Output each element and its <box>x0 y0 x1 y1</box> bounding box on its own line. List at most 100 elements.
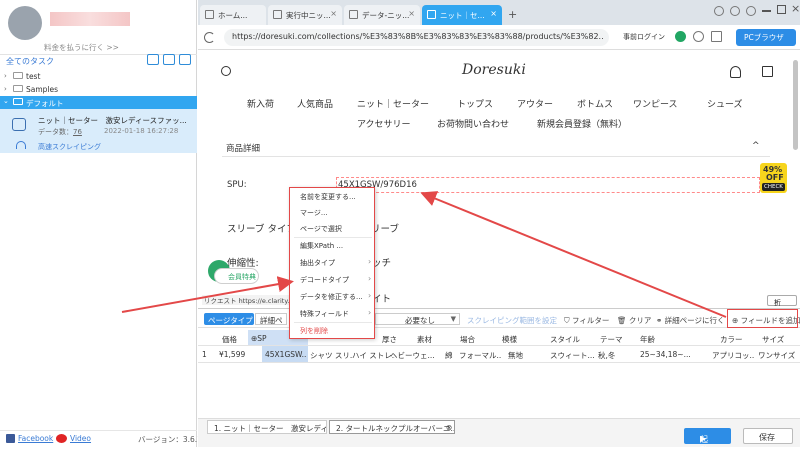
search-icon[interactable] <box>221 66 231 76</box>
column-header[interactable]: 場合 <box>460 334 475 345</box>
tab-running[interactable]: 実行中ニッ... × <box>268 5 342 25</box>
column-header[interactable]: カラー <box>720 334 743 345</box>
tab-data[interactable]: データ-ニッ... × <box>344 5 420 25</box>
tab-knit-active[interactable]: ニット｜セ... × <box>422 5 502 25</box>
table-cell[interactable]: 45X1GSW... <box>265 350 307 359</box>
table-cell[interactable]: ¥1,599 <box>219 350 261 359</box>
table-cell[interactable]: スウィート... <box>550 350 595 361</box>
expand-icon[interactable]: › <box>4 72 7 80</box>
nav-item[interactable]: お荷物問い合わせ <box>437 117 509 130</box>
close-icon[interactable]: × <box>330 9 337 18</box>
spu-label[interactable]: SPU: <box>227 180 247 190</box>
nav-item[interactable]: ボトムス <box>577 97 613 110</box>
nav-item[interactable]: アクセサリー <box>357 117 411 130</box>
tab-home[interactable]: ホーム... <box>200 5 266 25</box>
context-menu-item[interactable]: 編集XPath ... <box>300 241 343 251</box>
context-menu-item[interactable]: ページで選択 <box>300 224 342 234</box>
new-task-icon[interactable] <box>179 54 191 65</box>
user-icon[interactable] <box>730 66 741 78</box>
context-menu-item[interactable]: 特殊フィールド <box>300 309 349 319</box>
extension-icon[interactable] <box>675 31 686 42</box>
scrape-range-button[interactable]: スクレイピング範囲を設定 <box>467 315 557 326</box>
context-menu-item[interactable]: 抽出タイプ <box>300 258 335 268</box>
all-tasks-label[interactable]: 全てのタスク <box>6 56 54 67</box>
sleeve-type-value[interactable]: リーブ <box>371 221 399 235</box>
goto-detail-button[interactable]: ⚭ 詳細ページに行く <box>656 315 725 326</box>
context-menu-item[interactable]: マージ... <box>300 208 328 218</box>
site-logo[interactable]: Doresuki <box>462 62 526 78</box>
column-header[interactable]: 素材 <box>417 334 432 345</box>
window-close-icon[interactable]: × <box>791 2 800 15</box>
table-cell[interactable]: 秋,冬 <box>598 350 633 361</box>
minimize-icon[interactable] <box>762 10 771 12</box>
context-menu-item[interactable]: 列を削除 <box>300 326 328 336</box>
nav-item[interactable]: アウター <box>517 97 553 110</box>
settings-icon[interactable] <box>746 6 756 16</box>
context-menu-item[interactable]: データを修正する... <box>300 292 363 302</box>
close-icon[interactable]: × <box>408 9 415 18</box>
facebook-link[interactable]: Facebook <box>18 434 53 443</box>
collapse-icon[interactable]: ⌄ <box>3 97 9 105</box>
context-menu-item[interactable]: 名前を変更する... <box>300 192 356 202</box>
stretch-label[interactable]: 伸縮性: <box>227 255 259 269</box>
table-cell[interactable]: ワンサイズ <box>758 350 800 361</box>
clear-button[interactable]: 🗑 クリア <box>617 315 651 326</box>
sleeve-type-label[interactable]: スリーブ タイプ <box>227 221 296 235</box>
tree-item-default[interactable]: ⌄ デフォルト <box>0 96 197 109</box>
new-folder-icon[interactable] <box>163 54 175 65</box>
page-type-select[interactable]: 詳細ペ <box>255 313 287 325</box>
pre-login-label[interactable]: 事前ログイン <box>623 32 665 42</box>
nav-item[interactable]: トップス <box>457 97 493 110</box>
member-benefit-badge[interactable]: 会員特典 <box>214 268 259 284</box>
tree-item-samples[interactable]: › Samples <box>0 83 197 96</box>
table-cell[interactable]: ヘビーウェ... <box>390 350 435 361</box>
close-icon[interactable]: ⊗ <box>446 423 452 432</box>
youtube-icon[interactable] <box>56 434 67 443</box>
column-header[interactable]: ⊕SP <box>251 334 267 343</box>
table-cell[interactable]: 綿 <box>445 350 457 361</box>
close-icon[interactable]: × <box>490 9 497 18</box>
pc-browser-dropdown[interactable]: PCブラウザ <box>736 29 796 46</box>
table-cell[interactable]: 25~34,18~... <box>640 350 706 359</box>
save-button[interactable]: 保存 <box>743 428 793 444</box>
table-cell[interactable]: 1 <box>202 350 218 359</box>
url-text[interactable]: https://doresuki.com/collections/%E3%83%… <box>232 32 604 41</box>
context-menu-item[interactable]: デコードタイプ <box>300 275 349 285</box>
clock-icon[interactable] <box>693 31 704 42</box>
help-icon[interactable] <box>730 6 740 16</box>
avatar[interactable] <box>8 6 42 40</box>
column-header[interactable]: スタイル <box>550 334 580 345</box>
nav-item[interactable]: 新入荷 <box>247 97 274 110</box>
expand-icon[interactable]: › <box>4 85 7 93</box>
table-cell[interactable]: 無地 <box>508 350 530 361</box>
need-select[interactable]: 必要なし ▼ <box>375 313 460 325</box>
table-cell[interactable]: シャツ スリ... <box>310 350 353 361</box>
video-link[interactable]: Video <box>70 434 91 443</box>
nav-item[interactable]: シューズ <box>707 97 743 110</box>
column-header[interactable]: サイズ <box>762 334 784 345</box>
facebook-icon[interactable] <box>6 434 15 443</box>
refresh-icon[interactable] <box>204 32 215 43</box>
column-header[interactable]: 厚さ <box>382 334 397 345</box>
column-header[interactable]: 模様 <box>502 334 517 345</box>
workflow-tab-active[interactable]: 2. タートルネックプルオーバーニ... ⊗ <box>329 420 455 434</box>
workflow-tab[interactable]: 1. ニット｜セーター 激安レディ... <box>207 420 327 434</box>
column-header[interactable]: テーマ <box>600 334 623 345</box>
filter-button[interactable]: ⛉ フィルター <box>564 315 609 326</box>
nav-item[interactable]: ワンピース <box>633 97 678 110</box>
tree-item-test[interactable]: › test <box>0 70 197 83</box>
product-detail-heading[interactable]: 商品詳細 <box>226 142 260 154</box>
nav-item[interactable]: ニット｜セーター <box>357 97 429 110</box>
nav-item[interactable]: 新規会員登録（無料） <box>537 117 627 130</box>
cookie-icon[interactable] <box>711 31 722 42</box>
new-tab-button[interactable]: + <box>508 8 517 21</box>
column-header[interactable]: 価格 <box>222 334 237 345</box>
column-header[interactable]: 年齢 <box>640 334 655 345</box>
table-cell[interactable]: フォーマル... <box>459 350 501 361</box>
start-button[interactable]: ▶ 起動 <box>684 428 731 455</box>
chevron-up-icon[interactable]: ^ <box>752 141 760 151</box>
import-icon[interactable] <box>147 54 159 65</box>
window-menu-icon[interactable] <box>714 6 724 16</box>
cart-icon[interactable] <box>762 66 773 77</box>
upgrade-link[interactable]: 料金を払うに行く >> <box>44 42 119 53</box>
